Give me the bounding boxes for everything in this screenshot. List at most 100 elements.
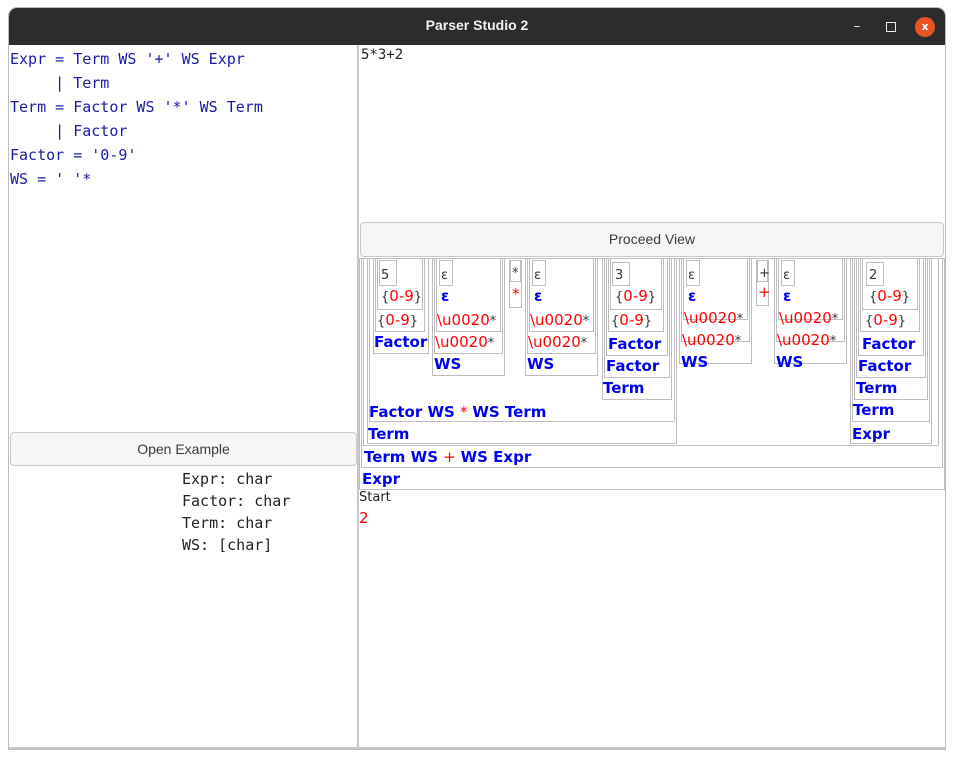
range-label-inner-5-part: } [413,290,423,305]
maximize-button[interactable] [881,17,901,37]
range-label-inner-3-part: } [647,290,657,305]
nt-factor-5-part: Factor [374,333,428,351]
space-rep-inner-2-part: \u0020 [530,311,583,329]
seq-expr-label-part: Term [364,448,411,466]
seq-expr-label-part: WS [460,448,494,466]
nt-expr-root: Expr [362,469,400,488]
close-button[interactable]: x [915,17,935,37]
seq-term-label-part: * [460,403,473,421]
nt-ws-2: WS [527,354,554,373]
range-label-inner-2-part: 0-9 [877,287,902,305]
plus-char: + [759,262,770,281]
epsilon-4: ε [783,264,790,283]
plus-char-part: + [759,266,770,281]
star-literal-part: * [512,285,520,303]
open-example-button[interactable]: Open Example [10,432,357,466]
nt-factor-inner-3: Factor [608,334,661,353]
nt-factor-inner-2: Factor [862,334,915,353]
nt-factor-3-part: Factor [606,357,660,375]
seq-term-label-part: WS [427,403,461,421]
nt-expr-2: Expr [852,424,890,443]
space-rep-2-part: \u0020 [528,333,581,351]
epsilon-nt-3-part: ε [688,287,697,305]
minimize-button[interactable]: – [847,17,867,37]
range-label-5-part: 0-9 [385,311,410,329]
range-label-inner-5: {0-9} [381,286,422,305]
range-label-5: {0-9} [377,310,418,329]
range-label-3-part: 0-9 [619,311,644,329]
space-rep-inner-2: \u0020* [530,310,589,329]
proceed-view-button[interactable]: Proceed View [360,222,944,257]
nt-term-3: Term [603,378,644,397]
space-rep-inner-1-part: * [489,314,497,329]
space-rep-inner-4: \u0020* [779,308,838,327]
nt-ws-1: WS [434,354,461,373]
space-rep-inner-3-part: * [736,312,744,327]
epsilon-2: ε [534,264,541,283]
star-char: * [512,262,519,281]
range-label-2-part: 0-9 [873,311,898,329]
nt-ws-2-part: WS [527,355,555,373]
space-rep-2-part: * [580,336,588,351]
maximize-icon [886,21,896,32]
title-bar: Parser Studio 2 – x [9,8,945,45]
nt-factor-2-part: Factor [858,357,912,375]
input-text[interactable]: 5*3+2 [359,45,944,63]
epsilon-4-part: ε [783,268,791,283]
digit-5: 5 [381,264,389,283]
star-char-part: * [512,266,519,281]
plus-literal-part: + [758,283,771,301]
epsilon-nt-4-part: ε [783,287,792,305]
grammar-text[interactable]: Expr = Term WS '+' WS Expr | Term Term =… [10,45,357,191]
nt-term-left-part: Term [368,425,410,443]
space-rep-4: \u0020* [777,330,836,349]
space-rep-4-part: \u0020 [777,331,830,349]
space-rep-2: \u0020* [528,332,587,351]
digit-3: 3 [615,264,623,283]
epsilon-nt-1-part: ε [441,287,450,305]
epsilon-nt-2: ε [534,286,542,305]
space-rep-4-part: * [829,334,837,349]
space-rep-inner-4-part: * [831,312,839,327]
space-rep-inner-1-part: \u0020 [437,311,490,329]
seq-expr-label-part: Expr [493,448,532,466]
nt-ws-4: WS [776,352,803,371]
app-window: Parser Studio 2 – x Expr = Term WS '+' W… [9,8,945,749]
parse-tree-view: Start 2 5 {0-9} {0-9} Factor ε ε \u0020* \u0020… [359,258,945,748]
types-output: Expr: char Factor: char Term: char WS: [… [10,466,357,749]
seq-term-label-part: WS [472,403,505,421]
plus-literal: + [758,282,771,301]
types-text: Expr: char Factor: char Term: char WS: [… [182,470,291,554]
seq-expr-label: Term WS + WS Expr [364,447,531,466]
space-rep-1: \u0020* [435,332,494,351]
digit-2-part: 2 [869,268,878,283]
space-rep-inner-1: \u0020* [437,310,496,329]
digit-2: 2 [869,264,877,283]
seq-term-label-part: Factor [369,403,428,421]
epsilon-nt-3: ε [688,286,696,305]
nt-term-left: Term [368,424,409,443]
range-label-inner-3: {0-9} [615,286,656,305]
space-rep-3-part: * [734,334,742,349]
nt-factor-inner-2-part: Factor [862,335,916,353]
nt-ws-1-part: WS [434,355,462,373]
space-rep-inner-3-part: \u0020 [684,309,737,327]
nt-factor-3: Factor [606,356,659,375]
nt-ws-3-part: WS [681,353,709,371]
input-editor[interactable]: 5*3+2 [359,45,944,221]
minimize-icon: – [853,19,861,34]
space-rep-1-part: * [487,336,495,351]
star-literal: * [512,284,520,303]
range-label-3: {0-9} [611,310,652,329]
bottom-border [9,747,945,749]
nt-term-2-part: Term [853,401,895,419]
epsilon-2-part: ε [534,268,542,283]
range-label-3-part: } [643,314,653,329]
status-value: 2 [359,509,369,527]
epsilon-3: ε [688,264,695,283]
grammar-editor[interactable]: Expr = Term WS '+' WS Expr | Term Term =… [10,45,357,432]
nt-expr-2-part: Expr [852,425,891,443]
digit-3-part: 3 [615,268,624,283]
seq-term-label-part: Term [504,403,547,421]
nt-ws-4-part: WS [776,353,804,371]
